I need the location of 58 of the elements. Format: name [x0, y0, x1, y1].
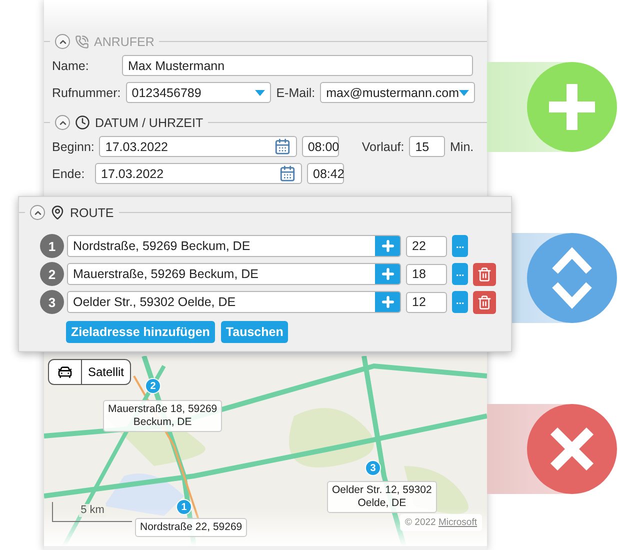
field-label: Ende:	[52, 166, 86, 180]
minutes-field[interactable]: 22	[406, 236, 447, 256]
field-label: Vorlauf:	[362, 140, 404, 154]
minutes-field[interactable]: 12	[406, 292, 447, 312]
unit-label: Min.	[450, 140, 475, 154]
map-type-toggle[interactable]: Satellit	[48, 359, 132, 385]
phone-icon	[75, 34, 89, 48]
trash-icon	[477, 266, 492, 282]
map-pin-icon	[50, 205, 65, 220]
phone-dropdown[interactable]: 0123456789	[126, 82, 272, 103]
email-dropdown[interactable]: max@mustermann.com	[320, 82, 475, 103]
plus-icon	[380, 238, 396, 254]
up-down-chevrons-icon	[551, 245, 593, 311]
dropdown-caret-icon	[255, 90, 266, 96]
add-button[interactable]	[375, 264, 400, 284]
trash-icon	[477, 294, 492, 310]
marker-label: Nordstraße 22, 59269	[135, 518, 248, 537]
section-title: DATUM / UHRZEIT	[95, 116, 204, 130]
add-button[interactable]	[375, 292, 400, 312]
field-label: Name:	[52, 58, 90, 72]
calendar-icon	[279, 165, 296, 182]
time-field[interactable]: 08:42	[307, 163, 344, 184]
name-field[interactable]: Max Mustermann	[122, 55, 473, 76]
delete-button[interactable]	[473, 290, 496, 314]
calendar-icon	[274, 138, 291, 155]
marker-label: Mauerstraße 18, 59269 Beckum, DE	[103, 400, 222, 432]
plus-icon	[380, 294, 396, 310]
time-field[interactable]: 08:00	[302, 136, 339, 157]
dropdown-caret-icon	[459, 90, 469, 96]
traffic-icon	[57, 364, 73, 380]
collapse-button[interactable]	[55, 34, 70, 49]
field-label: E-Mail:	[276, 86, 316, 100]
stop-number: 1	[40, 234, 64, 258]
stop-number: 3	[40, 290, 64, 314]
address-field[interactable]: Mauerstraße, 59269 Beckum, DE	[67, 263, 401, 285]
clock-icon	[75, 115, 90, 130]
copyright-link[interactable]: Microsoft	[438, 517, 477, 528]
add-button[interactable]	[375, 236, 400, 256]
stop-number: 2	[40, 262, 64, 286]
collapse-button[interactable]	[55, 115, 70, 130]
field-label: Rufnummer:	[52, 86, 121, 100]
map-scale: 5 km	[52, 502, 132, 522]
section-title: ANRUFER	[94, 34, 154, 48]
date-field[interactable]: 17.03.2022	[99, 136, 297, 157]
collapse-button[interactable]	[30, 205, 45, 220]
close-icon	[549, 426, 595, 472]
field-label: Beginn:	[52, 140, 94, 154]
plus-icon	[546, 81, 598, 133]
lead-time-field[interactable]: 15	[409, 136, 445, 157]
date-field[interactable]: 17.03.2022	[95, 163, 302, 184]
marker-label: Oelder Str. 12, 59302 Oelde, DE	[327, 481, 437, 513]
minutes-field[interactable]: 18	[406, 264, 447, 284]
address-field[interactable]: Oelder Str., 59302 Oelde, DE	[67, 291, 401, 313]
plus-icon	[380, 266, 396, 282]
section-title: ROUTE	[70, 206, 114, 220]
address-field[interactable]: Nordstraße, 59269 Beckum, DE	[67, 235, 401, 257]
copyright-text: © 2022 Microsoft	[400, 514, 482, 531]
delete-button[interactable]	[473, 262, 496, 286]
